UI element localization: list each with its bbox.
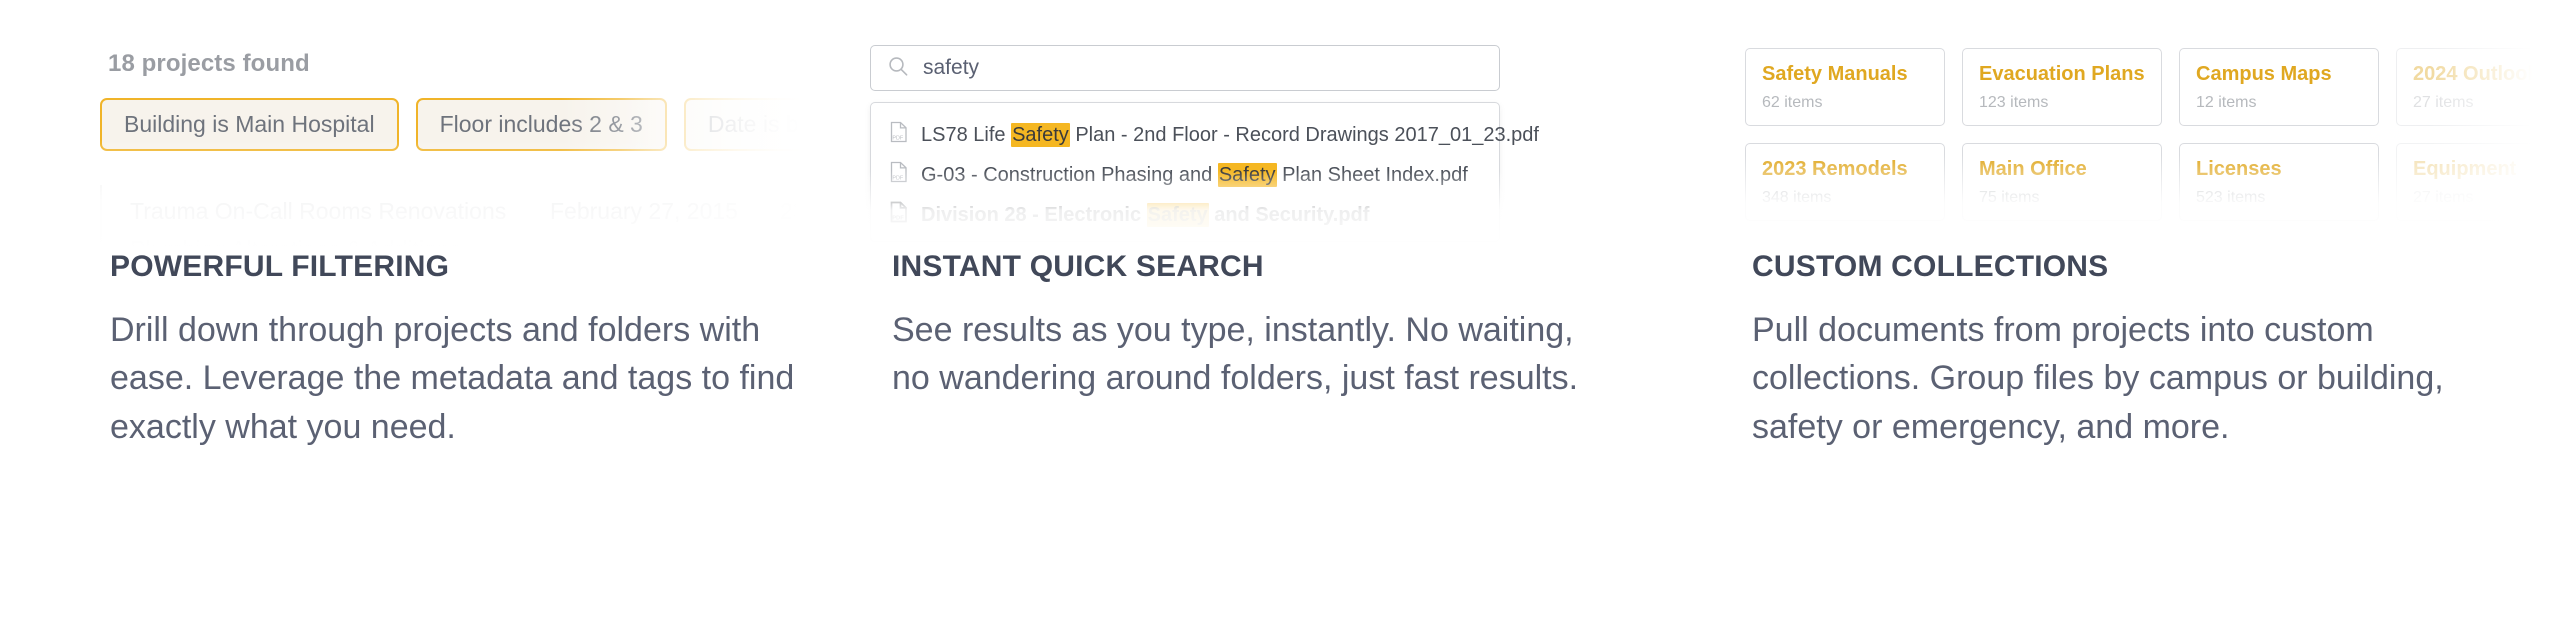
list-item-selected[interactable]: PDF Division 28 - Electronic Safety and … xyxy=(871,195,1499,235)
project-name: Trauma On-Call Rooms Renovations xyxy=(130,197,507,224)
collection-card-campus-maps[interactable]: Campus Maps 12 items xyxy=(2179,48,2379,126)
collection-title: Equipment xyxy=(2413,158,2517,180)
project-date: February 27, 2015 xyxy=(550,197,738,224)
collection-card-safety-manuals[interactable]: Safety Manuals 62 items xyxy=(1745,48,1945,126)
pdf-file-icon: PDF xyxy=(889,121,909,149)
collection-item-count: 12 items xyxy=(2196,94,2257,111)
collection-item-count: 75 items xyxy=(1979,189,2040,206)
project-name: Plumbing Alterations & Additions Foundat… xyxy=(130,236,462,250)
collections-text-block: CUSTOM COLLECTIONS Pull documents from p… xyxy=(1700,250,2550,451)
svg-text:PDF: PDF xyxy=(892,175,903,181)
projects-found-label: 18 projects found xyxy=(108,50,310,77)
collection-item-count: 62 items xyxy=(1762,94,1823,111)
collection-item-count: 27 items xyxy=(2413,189,2474,206)
list-item[interactable]: PDF LS78 Life Safety Plan - 2nd Floor - … xyxy=(871,115,1539,155)
search-match-highlight: Safety xyxy=(1146,202,1209,227)
page-title: CUSTOM COLLECTIONS xyxy=(1752,250,2109,283)
collection-title: Campus Maps xyxy=(2196,63,2332,85)
svg-text:PDF: PDF xyxy=(892,216,904,222)
search-input-value: safety xyxy=(923,56,980,79)
filtering-preview: 18 projects found Building is Main Hospi… xyxy=(0,0,850,250)
search-result-text: G-03 - Construction Phasing and Safety P… xyxy=(921,162,1468,187)
search-result-text: LS78 Life Safety Plan - 2nd Floor - Reco… xyxy=(921,122,1539,147)
collection-item-count: 123 items xyxy=(1979,94,2049,111)
feature-column-filtering: 18 projects found Building is Main Hospi… xyxy=(0,0,850,636)
feature-description: See results as you type, instantly. No w… xyxy=(892,311,1579,398)
filter-chip-building-label: Building is Main Hospital xyxy=(124,111,375,137)
page-title: POWERFUL FILTERING xyxy=(110,250,450,283)
feature-description: Pull documents from projects into custom… xyxy=(1752,311,2444,446)
collection-card-licenses[interactable]: Licenses 523 items xyxy=(2179,143,2379,221)
collection-title: Evacuation Plans xyxy=(1979,63,2145,85)
collection-card-evacuation-plans[interactable]: Evacuation Plans 123 items xyxy=(1962,48,2162,126)
search-match-highlight: Safety xyxy=(1011,122,1070,147)
filter-chips-row: Building is Main Hospital Floor includes… xyxy=(100,98,850,151)
feature-highlights-page: 18 projects found Building is Main Hospi… xyxy=(0,0,2550,636)
collection-card-main-office[interactable]: Main Office 75 items xyxy=(1962,143,2162,221)
collection-card-2024-outlook[interactable]: 2024 Outlook 27 items xyxy=(2396,48,2550,126)
project-doc-count: 42 docs xyxy=(780,250,850,251)
filter-chip-floor[interactable]: Floor includes 2 & 3 xyxy=(415,98,667,151)
collections-preview: Safety Manuals 62 items Evacuation Plans… xyxy=(1700,0,2550,250)
collection-title: Safety Manuals xyxy=(1762,63,1908,85)
collection-title: Licenses xyxy=(2196,158,2282,180)
page-title: INSTANT QUICK SEARCH xyxy=(892,250,1264,283)
table-row[interactable]: Plumbing Alterations & Additions Foundat… xyxy=(130,236,850,251)
filter-chip-date[interactable]: Date is between 2015 & 2019 xyxy=(683,98,850,151)
project-date: October 17, 2016 xyxy=(550,250,780,251)
filter-chip-building[interactable]: Building is Main Hospital xyxy=(100,98,399,151)
collection-item-count: 27 items xyxy=(2413,94,2474,111)
pdf-file-icon: PDF xyxy=(889,161,909,189)
collection-item-count: 348 items xyxy=(1762,189,1832,206)
feature-column-quick-search: safety PDF LS78 Life Safety Plan - 2nd F… xyxy=(850,0,1700,636)
collection-cards-grid: Safety Manuals 62 items Evacuation Plans… xyxy=(1745,48,2550,221)
feature-description: Drill down through projects and folders … xyxy=(110,311,795,446)
quick-search-text-block: INSTANT QUICK SEARCH See results as you … xyxy=(850,250,1700,403)
collection-card-2023-remodels[interactable]: 2023 Remodels 348 items xyxy=(1745,143,1945,221)
search-icon xyxy=(887,55,909,82)
project-results-list: Trauma On-Call Rooms Renovations Februar… xyxy=(100,185,850,250)
quick-search-preview: safety PDF LS78 Life Safety Plan - 2nd F… xyxy=(850,0,1700,250)
project-doc-count: 23 docs xyxy=(780,197,850,224)
filter-chip-floor-label: Floor includes 2 & 3 xyxy=(439,111,643,137)
collection-title: 2023 Remodels xyxy=(1762,158,1908,180)
quick-search-widget: safety PDF LS78 Life Safety Plan - 2nd F… xyxy=(870,45,1539,242)
list-item[interactable]: PDF G-03 - Construction Phasing and Safe… xyxy=(871,155,1499,195)
collection-card-equipment[interactable]: Equipment 27 items xyxy=(2396,143,2550,221)
collection-title: Main Office xyxy=(1979,158,2087,180)
collection-title: 2024 Outlook xyxy=(2413,63,2539,85)
filtering-text-block: POWERFUL FILTERING Drill down through pr… xyxy=(0,250,850,451)
pdf-file-icon: PDF xyxy=(889,201,909,229)
filter-chip-date-label: Date is between 2015 & 2019 xyxy=(707,111,850,137)
search-result-text: Division 28 - Electronic Safety and Secu… xyxy=(921,202,1370,227)
svg-text:PDF: PDF xyxy=(892,135,903,141)
search-results-dropdown: PDF LS78 Life Safety Plan - 2nd Floor - … xyxy=(870,102,1539,242)
collection-item-count: 523 items xyxy=(2196,189,2266,206)
search-match-highlight: Safety xyxy=(1217,162,1277,187)
feature-column-collections: Safety Manuals 62 items Evacuation Plans… xyxy=(1700,0,2550,636)
search-input[interactable]: safety xyxy=(870,45,1500,91)
table-row[interactable]: Trauma On-Call Rooms Renovations Februar… xyxy=(130,185,850,237)
